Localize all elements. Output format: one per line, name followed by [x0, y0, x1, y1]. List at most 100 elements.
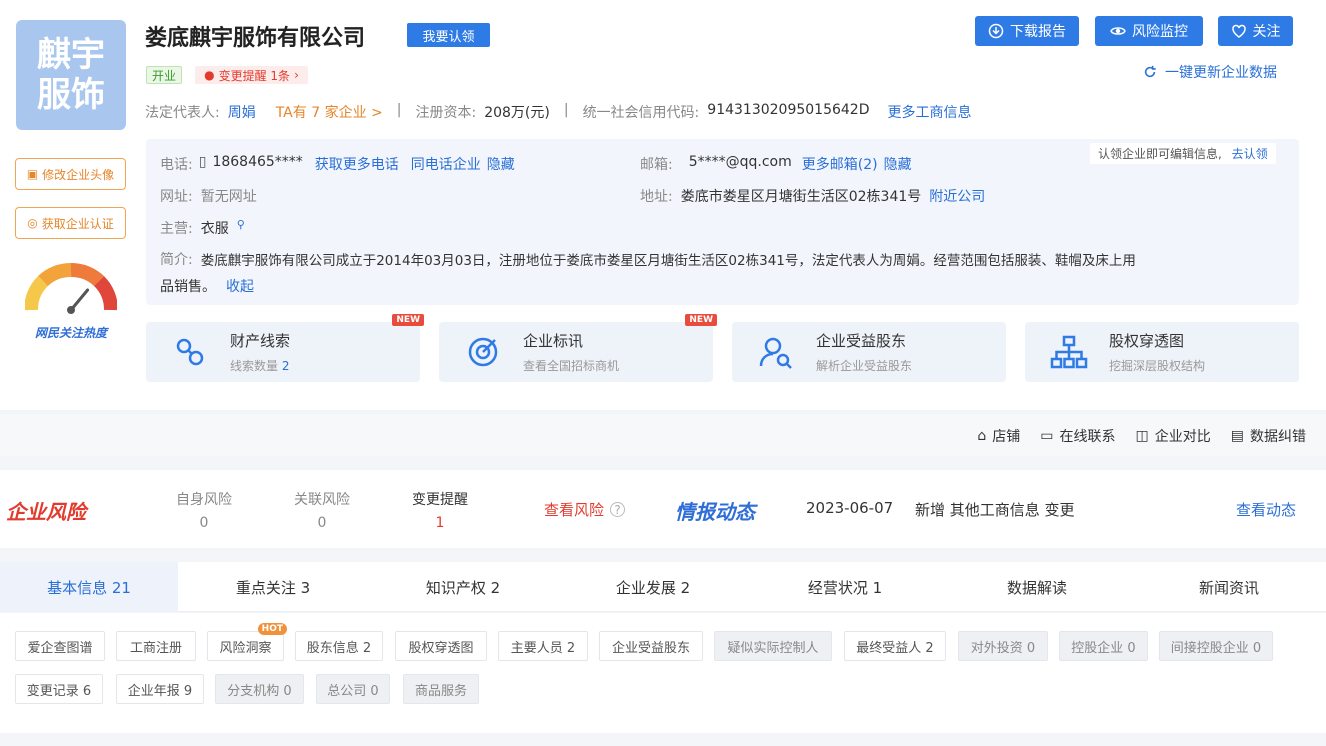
- new-tag: NEW: [685, 314, 717, 326]
- chip-controller[interactable]: 疑似实际控制人: [714, 631, 832, 661]
- chevron-right-icon: ›: [294, 68, 299, 82]
- intro-label: 简介:: [160, 252, 193, 268]
- more-emails-link[interactable]: 更多邮箱(2): [802, 154, 878, 174]
- phone-icon: ▯: [198, 154, 207, 170]
- related-risk-value: 0: [317, 515, 327, 531]
- feature-card-bidding[interactable]: 企业标讯 查看全国招标商机 NEW: [439, 314, 717, 382]
- chip-key-people[interactable]: 主要人员 2: [498, 631, 588, 661]
- phone-row: 电话: ▯ 1868465**** 获取更多电话 同电话企业 隐藏: [160, 154, 515, 174]
- chip-beneficiary[interactable]: 企业受益股东: [599, 631, 703, 661]
- contact-online-button[interactable]: ▭ 在线联系: [1040, 426, 1115, 446]
- chip-holdings[interactable]: 控股企业 0: [1059, 631, 1148, 661]
- search-icon[interactable]: ⚲: [237, 218, 245, 238]
- chip-graph[interactable]: 爱企查图谱: [15, 631, 105, 661]
- collapse-link[interactable]: 收起: [226, 276, 254, 296]
- refresh-icon: [1144, 65, 1156, 78]
- chip-head-office[interactable]: 总公司 0: [316, 674, 390, 704]
- chip-label: 风险洞察: [219, 640, 272, 656]
- heat-gauge: 网民关注热度: [24, 262, 118, 340]
- legal-rep-name[interactable]: 周娟: [228, 102, 256, 122]
- change-reminder[interactable]: 变更提醒 1: [408, 489, 472, 531]
- nearby-companies-link[interactable]: 附近公司: [929, 186, 985, 206]
- refresh-data-link[interactable]: 一键更新企业数据: [1143, 62, 1277, 82]
- chip-branches[interactable]: 分支机构 0: [215, 674, 304, 704]
- feature-card-property[interactable]: 财产线索 线索数量 2 NEW: [146, 314, 424, 382]
- chip-risk-insight[interactable]: 风险洞察 HOT: [207, 623, 287, 661]
- data-fix-button[interactable]: ▤ 数据纠错: [1231, 426, 1306, 446]
- alert-pin-icon: ●: [204, 68, 215, 82]
- view-risk-link[interactable]: 查看风险 ?: [544, 499, 626, 520]
- chip-indirect-holdings[interactable]: 间接控股企业 0: [1159, 631, 1273, 661]
- download-report-button[interactable]: 下载报告: [975, 16, 1079, 46]
- tab-basic-info[interactable]: 基本信息 21: [0, 562, 178, 612]
- more-phones-link[interactable]: 获取更多电话: [315, 154, 399, 174]
- logo-line-2: 服饰: [37, 75, 105, 115]
- intro-row: 简介: 娄底麒宇服饰有限公司成立于2014年03月03日，注册地位于娄底市娄星区…: [160, 249, 1136, 269]
- feature-title: 企业受益股东: [816, 332, 907, 350]
- website-row: 网址: 暂无网址: [160, 186, 257, 206]
- tab-key-focus[interactable]: 重点关注 3: [178, 562, 368, 612]
- chip-shareholders[interactable]: 股东信息 2: [295, 631, 383, 661]
- change-reminder-label: 变更提醒: [412, 492, 468, 508]
- chip-final-beneficiary[interactable]: 最终受益人 2: [844, 631, 946, 661]
- hide-phone-link[interactable]: 隐藏: [487, 154, 515, 174]
- summary-row: 法定代表人: 周娟 TA有 7 家企业 > | 注册资本: 208万(元) | …: [145, 102, 971, 122]
- chart-icon: ▤: [1230, 428, 1244, 444]
- get-cert-button[interactable]: ◎ 获取企业认证: [15, 207, 126, 239]
- toolbar-items: ⌂ 店铺 ▭ 在线联系 ◫ 企业对比 ▤ 数据纠错: [977, 426, 1306, 446]
- follow-button[interactable]: 关注: [1218, 16, 1293, 46]
- chip-change-records[interactable]: 变更记录 6: [15, 674, 103, 704]
- tab-development[interactable]: 企业发展 2: [558, 562, 748, 612]
- claim-tip-link[interactable]: 去认领: [1232, 147, 1268, 161]
- business-row: 主营: 衣服 ⚲: [160, 218, 245, 238]
- compare-button[interactable]: ◫ 企业对比: [1136, 426, 1211, 446]
- risk-monitor-button[interactable]: 风险监控: [1095, 16, 1203, 46]
- same-phone-companies-link[interactable]: 同电话企业: [411, 154, 481, 174]
- message-icon: ▭: [1040, 428, 1054, 444]
- hide-email-link[interactable]: 隐藏: [884, 154, 912, 174]
- claim-tip: 认领企业即可编辑信息, 去认领: [1090, 143, 1276, 164]
- credit-code-value: 91431302095015642D: [707, 102, 870, 118]
- download-label: 下载报告: [1010, 24, 1066, 40]
- change-reminder-badge[interactable]: ● 变更提醒 1条 ›: [195, 66, 308, 84]
- chip-equity-chart[interactable]: 股权穿透图: [395, 631, 487, 661]
- legal-rep-label: 法定代表人:: [145, 105, 220, 121]
- email-label: 邮箱:: [640, 157, 673, 173]
- self-risk-label: 自身风险: [176, 492, 232, 508]
- chip-registration[interactable]: 工商注册: [116, 631, 196, 661]
- self-risk[interactable]: 自身风险 0: [172, 489, 236, 531]
- shop-button[interactable]: ⌂ 店铺: [977, 426, 1020, 446]
- eye-icon: [1110, 27, 1126, 35]
- related-risk[interactable]: 关联风险 0: [290, 489, 354, 531]
- change-reminder-text: 变更提醒 1条: [218, 68, 291, 83]
- phone-label: 电话:: [160, 157, 193, 173]
- follow-label: 关注: [1252, 24, 1281, 40]
- compare-label: 企业对比: [1154, 429, 1211, 445]
- download-icon: [988, 23, 1004, 39]
- tab-news[interactable]: 新闻资讯: [1134, 562, 1324, 612]
- intro-row-2: 品销售。 收起: [160, 276, 254, 296]
- chip-investments[interactable]: 对外投资 0: [958, 631, 1048, 661]
- ta-companies-link[interactable]: TA有 7 家企业 >: [276, 102, 383, 122]
- edit-avatar-button[interactable]: ▣ 修改企业头像: [15, 158, 126, 190]
- heat-label: 网民关注热度: [34, 326, 107, 340]
- company-name: 娄底麒宇服饰有限公司: [145, 26, 366, 51]
- feature-card-equity-chart[interactable]: 股权穿透图 挖掘深层股权结构: [1025, 322, 1299, 382]
- chip-products[interactable]: 商品服务: [403, 674, 479, 704]
- feature-card-beneficiary[interactable]: 企业受益股东 解析企业受益股东: [732, 322, 1006, 382]
- chip-annual-reports[interactable]: 企业年报 9: [116, 674, 204, 704]
- tab-data-insight[interactable]: 数据解读: [942, 562, 1132, 612]
- related-risk-label: 关联风险: [294, 492, 350, 508]
- tab-ip[interactable]: 知识产权 2: [368, 562, 558, 612]
- credit-code-label: 统一社会信用代码:: [582, 105, 700, 121]
- user-search-icon: [759, 337, 792, 369]
- target-icon: [468, 337, 498, 367]
- claim-button[interactable]: 我要认领: [407, 23, 490, 47]
- cert-icon: ◎: [27, 216, 38, 230]
- tab-operations[interactable]: 经营状况 1: [750, 562, 940, 612]
- more-business-info-link[interactable]: 更多工商信息: [887, 102, 971, 122]
- new-tag: NEW: [392, 314, 424, 326]
- view-intel-link[interactable]: 查看动态: [1236, 499, 1296, 520]
- edit-avatar-label: 修改企业头像: [42, 167, 115, 182]
- question-icon: ?: [610, 502, 626, 517]
